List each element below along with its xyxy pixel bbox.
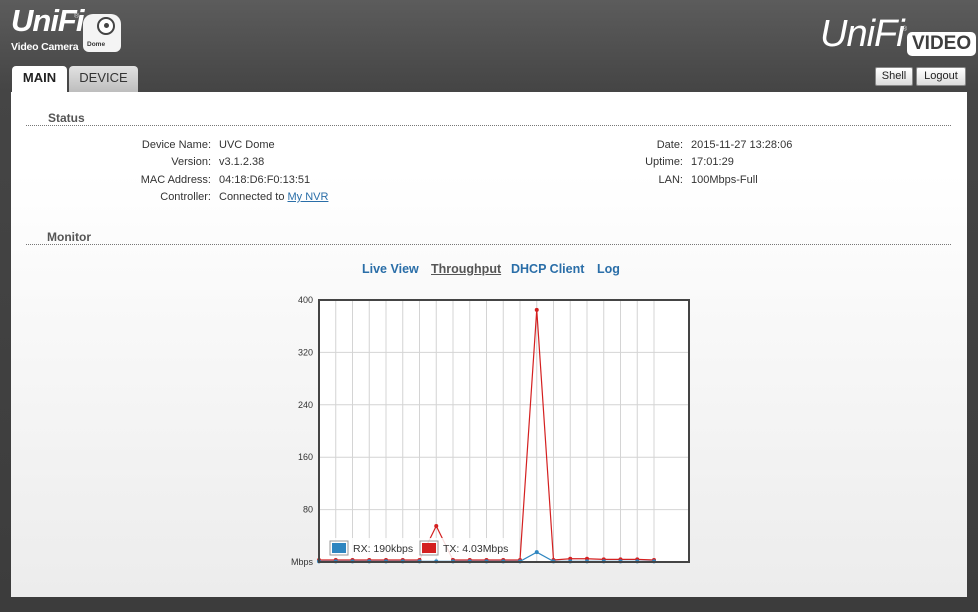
status-section-title: Status (48, 111, 85, 125)
logout-button[interactable]: Logout (916, 67, 966, 86)
monitor-divider (26, 244, 951, 245)
controller-label: Controller: (160, 191, 211, 203)
tab-device[interactable]: DEVICE (69, 66, 138, 92)
uptime-label: Uptime: (645, 156, 683, 168)
y-axis-unit-label: Mbps (291, 557, 314, 567)
data-point-rx (534, 550, 539, 555)
legend-label-tx: TX: 4.03Mbps (443, 543, 508, 555)
mac-address-label: MAC Address: (140, 174, 211, 186)
tab-main[interactable]: MAIN (12, 66, 67, 92)
logo-registered-mark: ® (902, 26, 908, 33)
live-view-link[interactable]: Live View (362, 262, 419, 276)
log-link[interactable]: Log (597, 262, 620, 276)
logo-product-name: Video Camera (11, 41, 79, 53)
y-tick-label: 80 (303, 505, 313, 515)
uptime-value: 17:01:29 (691, 156, 734, 168)
logo-brand: UniFi (820, 13, 905, 55)
status-divider (26, 125, 951, 126)
controller-status-text: Connected to (219, 191, 285, 203)
legend-label-rx: RX: 190kbps (353, 543, 413, 555)
y-tick-label: 400 (298, 295, 313, 305)
y-tick-label: 160 (298, 452, 313, 462)
legend-swatch-rx (332, 543, 346, 553)
video-badge: VIDEO (907, 32, 977, 56)
dhcp-client-link[interactable]: DHCP Client (511, 262, 584, 276)
date-value: 2015-11-27 13:28:06 (691, 139, 793, 151)
mac-address-value: 04:18:D6:F0:13:51 (219, 174, 311, 186)
monitor-section-title: Monitor (47, 230, 91, 244)
unifi-video-camera-logo: UniFi ® Video Camera Dome (11, 4, 126, 58)
unifi-video-logo: UniFi ® VIDEO (820, 12, 977, 62)
device-name-label: Device Name: (141, 139, 211, 151)
y-tick-label: 320 (298, 347, 313, 357)
device-name-value: UVC Dome (219, 139, 275, 151)
controller-value: Connected to My NVR (219, 191, 328, 203)
logo-registered-mark: ® (74, 13, 80, 20)
data-point-tx (434, 523, 439, 528)
camera-model-label: Dome (87, 41, 106, 48)
shell-button[interactable]: Shell (875, 67, 913, 86)
version-label: Version: (171, 156, 211, 168)
lan-label: LAN: (658, 174, 683, 186)
date-label: Date: (656, 139, 683, 151)
version-value: v3.1.2.38 (219, 156, 265, 168)
throughput-link[interactable]: Throughput (431, 262, 501, 276)
dome-camera-icon: Dome (83, 14, 121, 52)
logo-brand: UniFi (11, 3, 84, 38)
legend-swatch-tx (422, 543, 436, 553)
y-tick-label: 240 (298, 400, 313, 410)
my-nvr-link[interactable]: My NVR (288, 191, 329, 203)
throughput-chart: 80 160 240 320 400 Mbps RX: 190kbps TX: 4.03Mbp… (291, 295, 690, 567)
lan-value: 100Mbps-Full (691, 174, 758, 186)
main-panel: Status Device Name: UVC Dome Version: v3… (11, 92, 967, 597)
data-point-tx (534, 307, 539, 312)
plot-area (319, 300, 689, 562)
